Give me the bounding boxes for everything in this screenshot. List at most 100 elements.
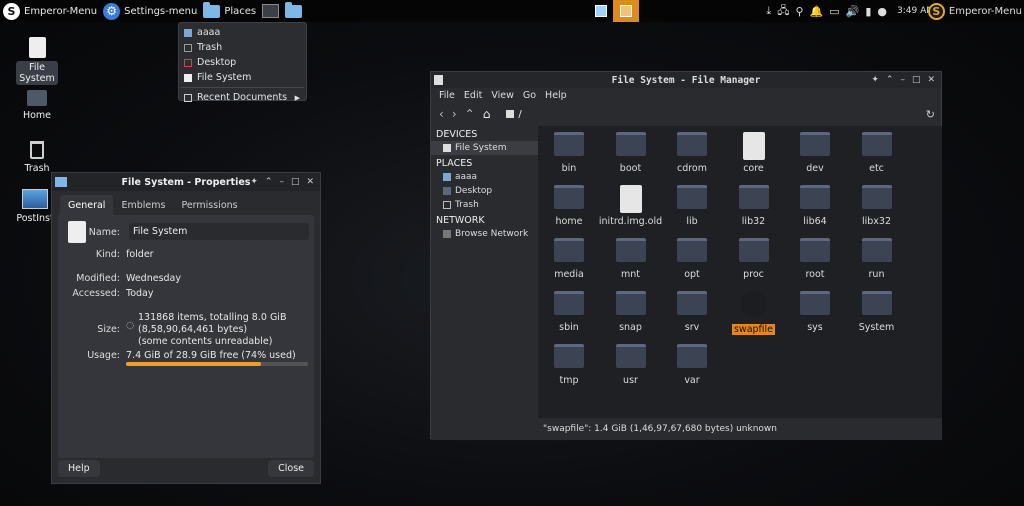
fm-item-root[interactable]: root [787,238,843,280]
usb-icon[interactable]: ⚲ [795,5,803,18]
task-file-manager[interactable] [591,0,611,22]
desktop-icon-home[interactable]: Home [16,90,58,122]
pin-icon[interactable]: ✦ [250,177,258,187]
fm-item-lib32[interactable]: lib32 [726,185,782,227]
volume-icon[interactable]: 🔊 [846,5,860,18]
path-bar[interactable]: / [506,109,522,120]
menu-view[interactable]: View [491,90,514,101]
places-item-trash[interactable]: Trash [179,40,306,55]
emperor-menu-button[interactable]: S Emperor-Menu [0,0,100,22]
fm-item-sys[interactable]: sys [787,291,843,333]
fm-item-boot[interactable]: boot [603,132,659,174]
size-row: Size: [58,324,126,335]
fm-item-mnt[interactable]: mnt [603,238,659,280]
close-icon[interactable]: ✕ [306,177,314,187]
fm-item-run[interactable]: run [849,238,905,280]
fm-item-system[interactable]: System [849,291,905,333]
name-field[interactable]: File System [129,223,309,240]
sidebar-item-desktop[interactable]: Desktop [431,184,538,198]
fm-item-opt[interactable]: opt [664,238,720,280]
menu-go[interactable]: Go [523,90,536,101]
fm-item-proc[interactable]: proc [726,238,782,280]
fm-item-label: etc [869,163,884,174]
fm-item-usr[interactable]: usr [603,344,659,386]
fm-item-var[interactable]: var [664,344,720,386]
places-item-aaaa[interactable]: aaaa [179,25,306,40]
fm-item-libx32[interactable]: libx32 [849,185,905,227]
fm-item-swapfile[interactable]: swapfile [726,291,782,335]
fm-item-sbin[interactable]: sbin [541,291,597,333]
home-icon[interactable]: ⌂ [483,107,491,121]
drive-icon [434,75,443,85]
places-menu-button[interactable]: Places [200,0,259,22]
fm-item-etc[interactable]: etc [849,132,905,174]
places-item-desktop[interactable]: Desktop [179,55,306,70]
file-manager-launcher[interactable] [282,0,305,22]
accessed-label: Accessed: [72,288,120,299]
settings-menu-button[interactable]: ⚙ Settings-menu [100,0,200,22]
fm-item-label: cdrom [676,163,708,174]
close-icon[interactable]: ✕ [927,75,935,85]
shade-icon[interactable]: ⌃ [265,177,273,187]
terminal-launcher[interactable] [259,0,282,22]
power-icon[interactable]: ● [877,5,887,18]
back-icon[interactable]: ‹ [439,107,444,121]
fm-item-snap[interactable]: snap [603,291,659,333]
sidebar-item-aaaa[interactable]: aaaa [431,170,538,184]
fm-item-initrd-img-old[interactable]: initrd.img.old [599,185,662,227]
places-item-label: File System [197,72,252,83]
tab-emblems[interactable]: Emblems [113,195,173,215]
display-icon[interactable]: ▭ [829,5,839,18]
folder-icon [554,291,584,315]
close-button[interactable]: Close [268,460,314,477]
trash-icon [30,141,44,159]
emperor-menu-right-button[interactable]: S Emperor-Menu [927,0,1022,22]
places-item-recent-documents[interactable]: Recent Documents ▶ [179,90,306,105]
sidebar-item-file-system[interactable]: File System [431,141,538,155]
forward-icon[interactable]: › [452,107,457,121]
fm-item-home[interactable]: home [541,185,597,227]
bell-icon[interactable]: 🔔 [810,5,824,18]
fm-item-srv[interactable]: srv [664,291,720,333]
network-icon[interactable]: 🖧 [777,2,789,21]
fm-item-core[interactable]: core [726,132,782,174]
up-icon[interactable]: ⌃ [465,107,475,121]
desktop-icon-file-system[interactable]: File System [16,37,58,85]
fm-item-bin[interactable]: bin [541,132,597,174]
sidebar-item-trash[interactable]: Trash [431,198,538,212]
tab-permissions[interactable]: Permissions [173,195,245,215]
fm-item-media[interactable]: media [541,238,597,280]
window-buttons: ✦ ⌃ – □ ✕ [250,177,320,187]
fm-menubar: File Edit View Go Help [431,88,941,103]
settings-menu-label: Settings-menu [124,5,198,17]
properties-titlebar[interactable]: File System - Properties ✦ ⌃ – □ ✕ [52,173,320,191]
places-item-file-system[interactable]: File System [179,70,306,85]
fm-item-lib[interactable]: lib [664,185,720,227]
fm-item-lib64[interactable]: lib64 [787,185,843,227]
task-properties[interactable] [613,0,639,22]
menu-help[interactable]: Help [545,90,567,101]
fm-item-cdrom[interactable]: cdrom [664,132,720,174]
pin-icon[interactable]: ✦ [871,75,879,85]
tab-general[interactable]: General [60,195,114,215]
maximize-icon[interactable]: □ [912,75,921,85]
fm-item-dev[interactable]: dev [787,132,843,174]
spinner-icon: ◌ [126,320,135,331]
fm-titlebar[interactable]: File System - File Manager ✦ ⌃ – □ ✕ [431,72,941,88]
desktop-icon-postinst[interactable]: PostInst [14,189,56,225]
menu-file[interactable]: File [439,90,455,101]
battery-icon[interactable]: ▮ [865,5,871,18]
desktop-icon-trash[interactable]: Trash [16,141,58,175]
reload-icon[interactable]: ↻ [926,108,935,121]
update-icon[interactable]: ⤓ [766,4,771,18]
modified-row: Modified: Wednesday [58,273,181,284]
menu-edit[interactable]: Edit [464,90,482,101]
folder-icon [615,238,646,262]
shade-icon[interactable]: ⌃ [886,75,894,85]
fm-item-tmp[interactable]: tmp [541,344,597,386]
minimize-icon[interactable]: – [279,177,284,187]
sidebar-item-browse-network[interactable]: Browse Network [431,227,538,241]
maximize-icon[interactable]: □ [291,177,300,187]
minimize-icon[interactable]: – [900,75,905,85]
help-button[interactable]: Help [58,460,100,477]
